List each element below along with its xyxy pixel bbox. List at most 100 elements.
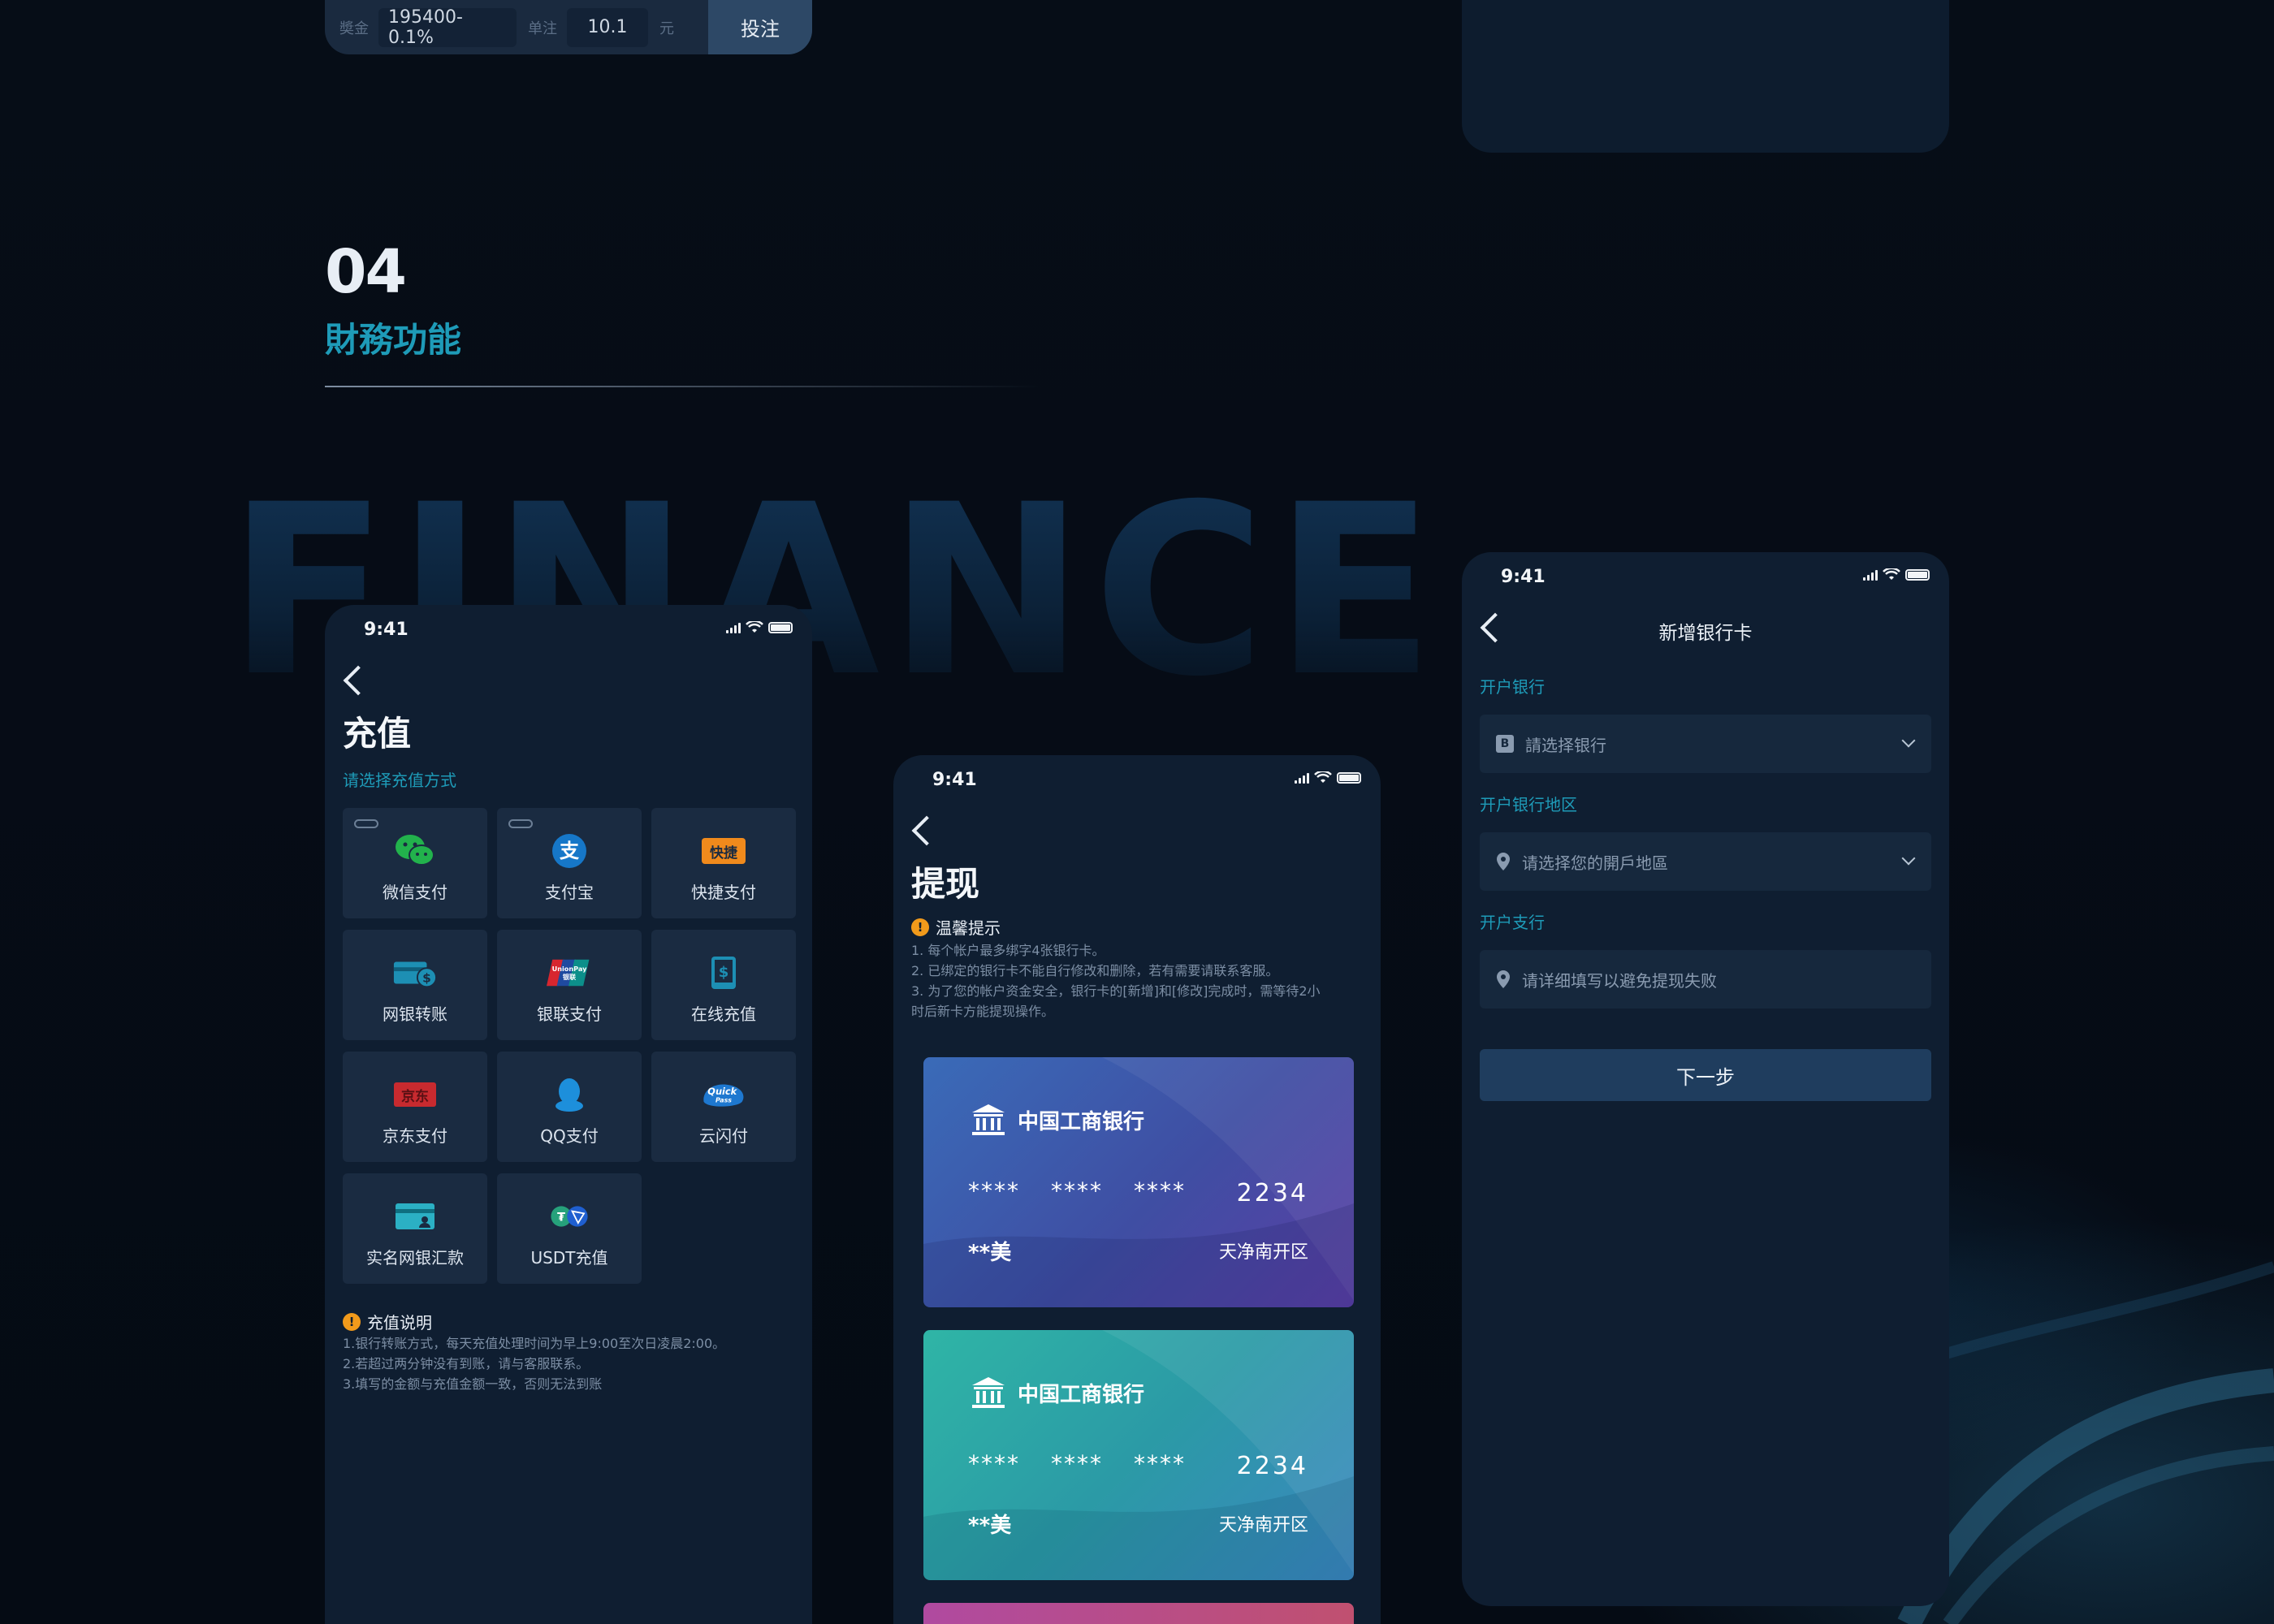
method-label: USDT充值 xyxy=(530,1248,608,1268)
card-area: 天净南开区 xyxy=(1218,1242,1308,1263)
location-pin-icon xyxy=(1497,853,1510,870)
tip-line: 2. 已绑定的银行卡不能自行修改和删除，若有需要请联系客服。 xyxy=(911,963,1279,978)
realname-bank-icon xyxy=(392,1198,438,1235)
bank-transfer-tile[interactable]: $ 网银转账 xyxy=(343,930,487,1040)
prize-label: 奬金 xyxy=(339,19,369,37)
qq-pay-icon xyxy=(547,1076,592,1113)
withdraw-tip-title: 温馨提示 xyxy=(936,918,1001,938)
back-icon[interactable] xyxy=(343,665,374,696)
withdraw-tip-heading: ! 温馨提示 xyxy=(911,915,1001,939)
bank-select[interactable]: B 請选择银行 xyxy=(1480,715,1931,773)
usdt-tile[interactable]: ₮ USDT充值 xyxy=(497,1173,642,1284)
bet-button[interactable]: 投注 xyxy=(708,0,812,54)
svg-text:UnionPay: UnionPay xyxy=(552,965,587,973)
status-time: 9:41 xyxy=(932,770,977,790)
note-line: 2.若超过两分钟没有到账，请与客服联系。 xyxy=(343,1356,590,1371)
card-bank-name: 中国工商银行 xyxy=(1018,1109,1145,1134)
status-bar: 9:41 xyxy=(1462,552,1949,601)
method-label: 云闪付 xyxy=(699,1126,748,1146)
method-label: 在线充值 xyxy=(691,1004,756,1024)
svg-text:支: 支 xyxy=(560,840,580,862)
next-step-button[interactable]: 下一步 xyxy=(1480,1049,1931,1101)
svg-text:Pass: Pass xyxy=(715,1097,732,1104)
recharge-note-heading: ! 充值说明 xyxy=(343,1310,432,1333)
quickpay-icon: 快捷 xyxy=(701,832,746,870)
bank-label: 开户银行 xyxy=(1480,677,1545,697)
section-number: 04 xyxy=(325,237,407,307)
method-label: QQ支付 xyxy=(540,1126,599,1146)
recharge-notes: 1.银行转账方式，每天充值处理时间为早上9:00至次日凌晨2:00。 2.若超过… xyxy=(343,1333,798,1394)
bank-icon xyxy=(972,1377,1005,1408)
branch-input-placeholder: 请详细填写以避免提现失败 xyxy=(1522,970,1717,991)
svg-text:$: $ xyxy=(422,971,431,986)
region-select-placeholder: 请选择您的開戶地區 xyxy=(1522,853,1668,873)
method-label: 银联支付 xyxy=(537,1004,602,1024)
card-holder: **美 xyxy=(968,1241,1012,1265)
card-number-tail: 2234 xyxy=(1236,1179,1308,1207)
method-label: 微信支付 xyxy=(383,883,447,902)
section-title: 財務功能 xyxy=(325,320,462,360)
svg-text:Quick: Quick xyxy=(707,1086,737,1097)
signal-icon xyxy=(1863,569,1878,581)
quickpass-icon: Quick Pass xyxy=(701,1076,746,1113)
signal-icon xyxy=(1295,772,1309,784)
bet-bar: 奬金 195400-0.1% 单注 10.1 元 投注 xyxy=(325,0,812,54)
tip-line: 时后新卡方能提现操作。 xyxy=(911,1004,1055,1019)
signal-icon xyxy=(726,622,741,633)
prize-value[interactable]: 195400-0.1% xyxy=(378,7,517,48)
branch-label: 开户支行 xyxy=(1480,913,1545,932)
quickpass-tile[interactable]: Quick Pass 云闪付 xyxy=(651,1052,796,1162)
region-label: 开户银行地区 xyxy=(1480,795,1577,814)
chevron-down-icon xyxy=(1901,851,1916,866)
jd-pay-tile[interactable]: 京东 京东支付 xyxy=(343,1052,487,1162)
wifi-icon xyxy=(1883,568,1900,580)
bank-icon xyxy=(972,1104,1005,1135)
bank-card[interactable]: 中国工商银行 **** **** **** 2234 **美 天净南开区 xyxy=(923,1057,1354,1307)
battery-icon xyxy=(768,622,793,633)
region-select[interactable]: 请选择您的開戶地區 xyxy=(1480,832,1931,891)
status-time: 9:41 xyxy=(1501,567,1546,587)
card-bank: 中国工商银行 xyxy=(971,1103,1144,1137)
recharge-screen: 9:41 充值 请选择充值方式 微信支付 支 支付宝 快捷 快捷支付 $ 网银转… xyxy=(325,605,812,1624)
tip-line: 1. 每个帐户最多绑字4张银行卡。 xyxy=(911,943,1105,958)
unit-label: 单注 xyxy=(528,19,557,37)
withdraw-tips: 1. 每个帐户最多绑字4张银行卡。 2. 已绑定的银行卡不能自行修改和删除，若有… xyxy=(911,940,1366,1021)
note-line: 1.银行转账方式，每天充值处理时间为早上9:00至次日凌晨2:00。 xyxy=(343,1336,726,1351)
recharge-note-title: 充值说明 xyxy=(367,1313,432,1332)
top-right-card xyxy=(1462,0,1949,153)
online-recharge-tile[interactable]: $ 在线充值 xyxy=(651,930,796,1040)
warning-icon: ! xyxy=(343,1312,361,1331)
bank-card-partial[interactable] xyxy=(923,1603,1354,1624)
svg-text:$: $ xyxy=(719,964,729,981)
status-bar: 9:41 xyxy=(325,605,812,654)
warning-icon: ! xyxy=(911,918,929,936)
battery-icon xyxy=(1337,772,1361,784)
battery-icon xyxy=(1905,569,1930,581)
unionpay-tile[interactable]: UnionPay 银联 银联支付 xyxy=(497,930,642,1040)
card-number-tail: 2234 xyxy=(1236,1452,1308,1480)
card-area: 天净南开区 xyxy=(1218,1515,1308,1535)
currency-label: 元 xyxy=(659,19,674,37)
note-line: 3.填写的金额与充值金额一致，否则无法到账 xyxy=(343,1376,603,1392)
recent-badge-icon xyxy=(508,819,533,828)
wechat-pay-tile[interactable]: 微信支付 xyxy=(343,808,487,918)
svg-text:₮: ₮ xyxy=(557,1211,565,1224)
bank-card[interactable]: 中国工商银行 **** **** **** 2234 **美 天净南开区 xyxy=(923,1330,1354,1580)
unit-amount-input[interactable]: 10.1 xyxy=(567,7,648,47)
unionpay-icon: UnionPay 银联 xyxy=(547,954,592,991)
section-divider xyxy=(325,386,1040,387)
quickpay-tile[interactable]: 快捷 快捷支付 xyxy=(651,808,796,918)
method-label: 快捷支付 xyxy=(691,883,756,902)
back-icon[interactable] xyxy=(911,815,942,846)
wifi-icon xyxy=(746,621,763,633)
alipay-tile[interactable]: 支 支付宝 xyxy=(497,808,642,918)
card-holder: **美 xyxy=(968,1514,1012,1538)
qq-pay-tile[interactable]: QQ支付 xyxy=(497,1052,642,1162)
branch-input[interactable]: 请详细填写以避免提现失败 xyxy=(1480,950,1931,1009)
card-number-mask: **** **** **** xyxy=(968,1177,1186,1204)
realname-bank-tile[interactable]: 实名网银汇款 xyxy=(343,1173,487,1284)
method-label: 支付宝 xyxy=(545,883,594,902)
wechat-icon xyxy=(392,832,438,870)
bank-letter-icon: B xyxy=(1496,735,1514,753)
chevron-down-icon xyxy=(1901,733,1916,748)
